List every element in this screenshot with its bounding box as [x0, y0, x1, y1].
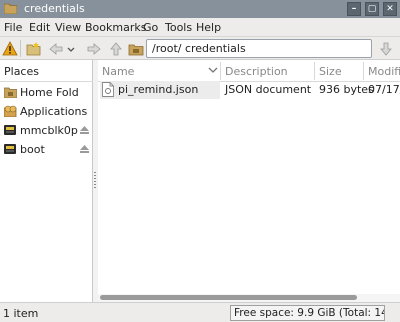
- menu-edit[interactable]: Edit: [29, 21, 50, 34]
- column-separator: [220, 62, 221, 80]
- menu-view[interactable]: View: [55, 21, 81, 34]
- go-down-arrow-icon[interactable]: [378, 41, 394, 57]
- back-history-chevron-icon[interactable]: [66, 41, 76, 57]
- file-description: JSON document: [225, 83, 312, 96]
- drive-icon: [4, 125, 16, 135]
- status-bar: 1 item Free space: 9.9 GiB (Total: 14.1 …: [0, 302, 400, 322]
- toolbar-separator: [20, 40, 21, 57]
- menu-go[interactable]: Go: [143, 21, 158, 34]
- sidebar-item-mmcblk0p2[interactable]: mmcblk0p2: [0, 121, 93, 140]
- column-header: Name Description Size Modifie: [98, 60, 400, 82]
- menu-file[interactable]: File: [4, 21, 22, 34]
- sidebar-item-label: mmcblk0p2: [20, 124, 78, 137]
- sidebar-item-label: boot: [20, 143, 45, 156]
- path-input[interactable]: [147, 40, 371, 57]
- new-tab-icon[interactable]: [26, 41, 42, 57]
- minimize-icon: –: [351, 4, 357, 14]
- maximize-icon: ▢: [367, 4, 377, 14]
- file-list: Name Description Size Modifie pi_remind.…: [98, 60, 400, 302]
- column-separator: [363, 62, 364, 80]
- sidebar-item-applications[interactable]: Applications: [0, 102, 93, 121]
- applications-icon: [4, 105, 17, 117]
- close-button[interactable]: ✕: [383, 2, 397, 16]
- column-name[interactable]: Name: [102, 65, 134, 78]
- scrollbar-thumb[interactable]: [100, 295, 357, 300]
- forward-arrow-icon[interactable]: [86, 41, 102, 57]
- maximize-button[interactable]: ▢: [365, 2, 379, 16]
- sidebar-header[interactable]: Places: [0, 60, 93, 82]
- file-modified: 07/17/2: [368, 83, 400, 96]
- home-folder-icon: [4, 87, 17, 98]
- menu-bookmarks[interactable]: Bookmarks: [85, 21, 146, 34]
- home-folder-icon[interactable]: [128, 41, 144, 57]
- file-size: 936 bytes: [319, 83, 374, 96]
- menu-help[interactable]: Help: [196, 21, 221, 34]
- title-bar: credentials – ▢ ✕: [0, 0, 400, 18]
- sidebar-item-boot[interactable]: boot: [0, 140, 93, 159]
- up-arrow-icon[interactable]: [108, 41, 124, 57]
- json-file-icon: [102, 82, 114, 97]
- location-bar[interactable]: [146, 39, 372, 58]
- warning-icon[interactable]: [2, 41, 18, 57]
- file-row[interactable]: pi_remind.json JSON document 936 bytes 0…: [98, 80, 400, 100]
- eject-icon[interactable]: [80, 145, 89, 153]
- item-count: 1 item: [3, 307, 39, 320]
- eject-icon[interactable]: [80, 126, 89, 134]
- sidebar-item-label: Applications: [20, 105, 88, 118]
- drive-icon: [4, 144, 16, 154]
- sidebar-item-label: Home Fold...: [20, 86, 78, 99]
- file-name: pi_remind.json: [118, 83, 199, 96]
- close-icon: ✕: [386, 4, 394, 14]
- menu-bar: File Edit View Bookmarks Go Tools Help: [0, 18, 400, 37]
- free-space: Free space: 9.9 GiB (Total: 14.1 GiB): [230, 305, 385, 321]
- splitter-grip: [94, 172, 96, 190]
- minimize-button[interactable]: –: [347, 2, 361, 16]
- folder-icon: [4, 3, 17, 14]
- sidebar-header-label: Places: [4, 65, 39, 78]
- column-size[interactable]: Size: [319, 65, 342, 78]
- column-modified[interactable]: Modifie: [368, 65, 400, 78]
- window-title: credentials: [24, 2, 85, 15]
- sidebar: Places Home Fold... Applications mmcblk0…: [0, 60, 93, 302]
- menu-tools[interactable]: Tools: [165, 21, 192, 34]
- sort-chevron-icon[interactable]: [208, 66, 218, 74]
- sidebar-item-home[interactable]: Home Fold...: [0, 83, 93, 102]
- column-separator: [314, 62, 315, 80]
- column-description[interactable]: Description: [225, 65, 288, 78]
- back-arrow-icon[interactable]: [48, 41, 64, 57]
- horizontal-scrollbar[interactable]: [98, 294, 400, 302]
